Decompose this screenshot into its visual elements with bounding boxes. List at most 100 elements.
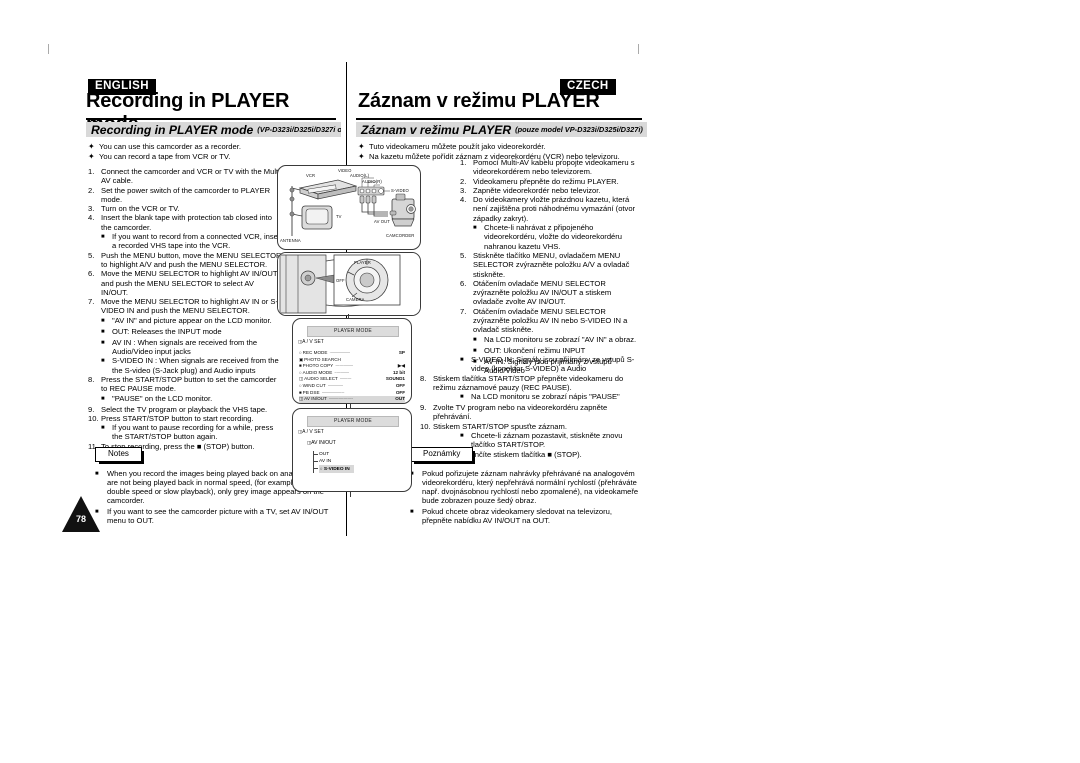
step-text: Otáčením ovladače MENU SELECTOR zvýrazně… <box>473 306 628 335</box>
step-text: Connect the camcorder and VCR or TV with… <box>101 167 283 186</box>
label-off-position: OFF <box>336 278 345 283</box>
label-tv: TV <box>336 214 342 219</box>
dot-leader: ················· <box>335 363 353 369</box>
menu-sub-item-av-in-out[interactable]: ◫AV IN/OUT <box>307 440 336 446</box>
page-number-badge: 78 <box>62 496 100 532</box>
menu-option-av-in[interactable]: AV IN <box>319 458 354 465</box>
step-7-sub-3: ■ AV IN : When signals are received from … <box>101 338 283 357</box>
menu-item-audio-select[interactable]: ◫ AUDIO SELECT ··········· SOUND1 <box>299 376 405 383</box>
square-bullet-icon: ■ <box>460 357 464 363</box>
header-rule-right <box>356 118 642 120</box>
step-8: 8. Press the START/STOP button to set the… <box>88 375 283 394</box>
procedure-list-english: 1. Connect the camcorder and VCR or TV wi… <box>88 167 283 451</box>
menu-item-value: SOUND1 <box>385 376 405 382</box>
menu-item-label: PHOTO COPY <box>302 363 334 369</box>
sub-text: AV IN : When signals are received from t… <box>112 337 258 357</box>
step-1: 1. Pomocí Multi-AV kabelu propojte videok… <box>460 158 642 177</box>
menu-item-av-in-out[interactable]: ◫ AV IN/OUT ······················· OUT <box>299 396 405 403</box>
step-2: 2. Set the power switch of the camcorder … <box>88 186 283 205</box>
step-text: Move the MENU SELECTOR to highlight AV I… <box>101 269 278 297</box>
step-text: Videokameru přepněte do režimu PLAYER. <box>473 176 619 186</box>
step-number: 7. <box>88 297 95 307</box>
step-text: Insert the blank tape with protection ta… <box>101 213 272 232</box>
list-item: ✦ You can record a tape from VCR or TV. <box>88 152 336 161</box>
crop-mark-right <box>638 44 639 54</box>
step-text: Turn on the VCR or TV. <box>101 204 180 214</box>
clover-bullet-icon: ✦ <box>88 142 95 151</box>
step-4-sub-1: ■ Chcete-li nahrávat z připojeného videor… <box>473 223 642 251</box>
step-9: 9. Zvolte TV program nebo na videorekordé… <box>420 403 642 422</box>
note-text: Pokud chcete obraz videokamery sledovat … <box>422 506 612 525</box>
menu-tree-branch <box>313 454 318 455</box>
procedure-list-czech-top: 1. Pomocí Multi-AV kabelu propojte videok… <box>460 158 642 375</box>
menu-option-s-video-in[interactable]: ○ S-VIDEO IN <box>319 465 354 473</box>
menu-item-value: ▶◀ <box>397 363 405 369</box>
step-4: 4. Do videokamery vložte prázdnou kazetu,… <box>460 195 642 223</box>
step-number: 3. <box>460 185 467 195</box>
menu-item-rec-mode[interactable]: ○ REC MODE ···················· SP <box>299 350 405 357</box>
step-7-sub-1: ■ "AV IN" and picture appear on the LCD m… <box>101 316 283 327</box>
menu-screen-av-in-out: PLAYER MODE ◫A / V SET ◫AV IN/OUT OUT AV… <box>292 408 412 492</box>
step-8-sub-1: ■ "PAUSE" on the LCD monitor. <box>101 394 283 405</box>
note-item: ■Pokud pořizujete záznam nahrávky přehrá… <box>410 469 642 506</box>
step-text: Stiskem tlačítka START/STOP přepněte vid… <box>433 373 624 392</box>
menu-item-value: OFF <box>395 389 405 395</box>
label-audio-r: AUDIO(R) <box>362 179 382 184</box>
notes-label-czech: Poznámky <box>410 446 476 464</box>
menu-item-label: AUDIO MODE <box>302 369 333 375</box>
menu-item-pb-dse[interactable]: ■ PB DSE ······················ OFF <box>299 390 405 397</box>
clover-bullet-icon: ✦ <box>88 152 95 162</box>
menu-item-photo-search[interactable]: ▣ PHOTO SEARCH <box>299 357 405 364</box>
step-text: Press START/STOP button to start recordi… <box>101 413 254 423</box>
dot-leader: ···················· <box>329 350 351 355</box>
step-text: Stiskněte tlačítko MENU, ovladačem MENU … <box>473 250 630 279</box>
label-s-video: S-VIDEO <box>391 188 409 193</box>
step-7-sub-4: ■ S-VIDEO IN: Signály jsou přijímány ze v… <box>460 355 642 374</box>
menu-root-label: A / V SET <box>302 429 324 435</box>
menu-root-item[interactable]: ◫A / V SET <box>298 429 324 435</box>
step-number: 2. <box>88 185 95 195</box>
step-text: Press the START/STOP button to set the c… <box>101 374 277 394</box>
step-number: 3. <box>88 204 95 214</box>
menu-item-label: AUDIO SELECT <box>304 376 338 382</box>
menu-item-label: REC MODE <box>302 350 328 355</box>
wind-icon: ○ <box>299 382 302 388</box>
menu-root-item[interactable]: ◫A / V SET <box>298 339 324 345</box>
step-7-sub-2: ■ OUT: Releases the INPUT mode <box>101 327 283 338</box>
square-bullet-icon: ■ <box>473 225 477 232</box>
label-player-position: PLAYER <box>354 260 371 265</box>
square-bullet-icon: ■ <box>101 339 105 346</box>
step-9: 9. Select the TV program or playback the … <box>88 405 283 414</box>
step-6: 6. Otáčením ovladače MENU SELECTOR zvýraz… <box>460 279 642 307</box>
menu-option-out[interactable]: OUT <box>319 451 354 458</box>
square-icon: ■ <box>299 363 302 369</box>
speaker-icon: ◫ <box>299 376 304 382</box>
menu-item-value: OUT <box>395 396 405 402</box>
step-text: Do videokamery vložte prázdnou kazetu, k… <box>473 195 636 223</box>
menu-item-label: AV IN/OUT <box>304 396 327 402</box>
step-number: 10. <box>88 413 99 423</box>
step-3: 3. Zapněte videorekordér nebo televizor. <box>460 186 642 195</box>
step-text: Move the MENU SELECTOR to highlight AV I… <box>101 297 278 316</box>
menu-item-wind-cut[interactable]: ○ WIND CUT ··············· OFF <box>299 383 405 390</box>
sub-text: "PAUSE" on the LCD monitor. <box>112 393 213 403</box>
menu-option-label: AV IN <box>319 459 332 464</box>
square-bullet-icon: ■ <box>410 508 414 515</box>
note-item: ■ Pokud chcete obraz videokamery sledovat… <box>410 507 642 526</box>
step-number: 4. <box>460 195 467 205</box>
menu-item-label: WIND CUT <box>302 382 326 388</box>
note-text: If you want to see the camcorder picture… <box>107 506 329 525</box>
notes-block-czech: Poznámky ■ Pokud pořizujete záznam nahráv… <box>410 443 642 526</box>
step-text: Set the power switch of the camcorder to… <box>101 185 271 204</box>
note-text: Pokud pořizujete záznam nahrávky přehráv… <box>422 468 639 506</box>
step-10-sub-1: ■ If you want to pause recording for a wh… <box>101 423 283 442</box>
step-number: 8. <box>420 373 427 383</box>
square-bullet-icon: ■ <box>460 394 464 401</box>
sub-text: Na LCD monitoru se zobrazí "AV IN" a obr… <box>484 334 637 344</box>
menu-item-audio-mode[interactable]: ○ AUDIO MODE ·············· 12 bit <box>299 370 405 377</box>
step-text: Otáčením ovladače MENU SELECTOR zvýrazně… <box>473 278 612 307</box>
step-number: 9. <box>420 403 427 413</box>
menu-item-photo-copy[interactable]: ■ PHOTO COPY ················· ▶◀ <box>299 363 405 370</box>
clover-bullet-icon: ✦ <box>358 142 365 151</box>
step-text: Push the MENU button, move the MENU SELE… <box>101 250 282 269</box>
